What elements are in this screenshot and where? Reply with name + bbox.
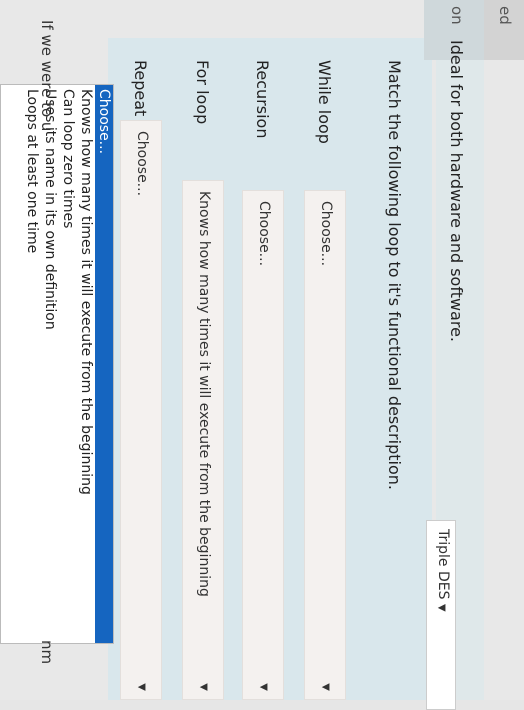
- right-fragment: nm: [38, 640, 56, 665]
- select-repeat-loop[interactable]: Choose... ▼: [120, 120, 162, 700]
- select-value: Choose...: [318, 201, 334, 267]
- previous-answer-select[interactable]: Triple DES ▼: [426, 520, 456, 710]
- row-label-recursion: Recursion: [253, 60, 272, 139]
- previous-question-text: Ideal for both hardware and software.: [447, 40, 466, 343]
- chevron-down-icon: ▼: [198, 683, 209, 691]
- chevron-down-icon: ▼: [320, 683, 331, 691]
- select-value: Choose...: [256, 201, 272, 267]
- dropdown-option-choose[interactable]: Choose...: [95, 85, 113, 643]
- select-recursion[interactable]: Choose... ▼: [242, 190, 284, 700]
- select-value: Knows how many times it will execute fro…: [196, 191, 212, 597]
- left-fragment-top: ed: [484, 0, 524, 60]
- dropdown-menu: Choose... Knows how many times it will e…: [0, 84, 114, 644]
- dropdown-option-knows-how-many[interactable]: Knows how many times it will execute fro…: [77, 85, 95, 643]
- dropdown-option-zero-times[interactable]: Can loop zero times: [59, 85, 77, 643]
- chevron-down-icon: ▼: [436, 603, 447, 612]
- row-label-while-loop: While loop: [315, 60, 334, 144]
- chevron-down-icon: ▼: [258, 683, 269, 691]
- previous-answer-value: Triple DES: [435, 529, 451, 600]
- row-label-for-loop: For loop: [193, 60, 212, 125]
- question-instruction: Match the following loop to it's functio…: [385, 60, 404, 490]
- screen: ed on Ideal for both hardware and softwa…: [0, 0, 524, 710]
- chevron-down-icon: ▼: [136, 683, 147, 691]
- select-while-loop[interactable]: Choose... ▼: [304, 190, 346, 700]
- select-value: Choose...: [134, 131, 150, 197]
- select-for-loop[interactable]: Knows how many times it will execute fro…: [182, 180, 224, 700]
- next-question-text-fragment: If we were to u: [38, 20, 56, 132]
